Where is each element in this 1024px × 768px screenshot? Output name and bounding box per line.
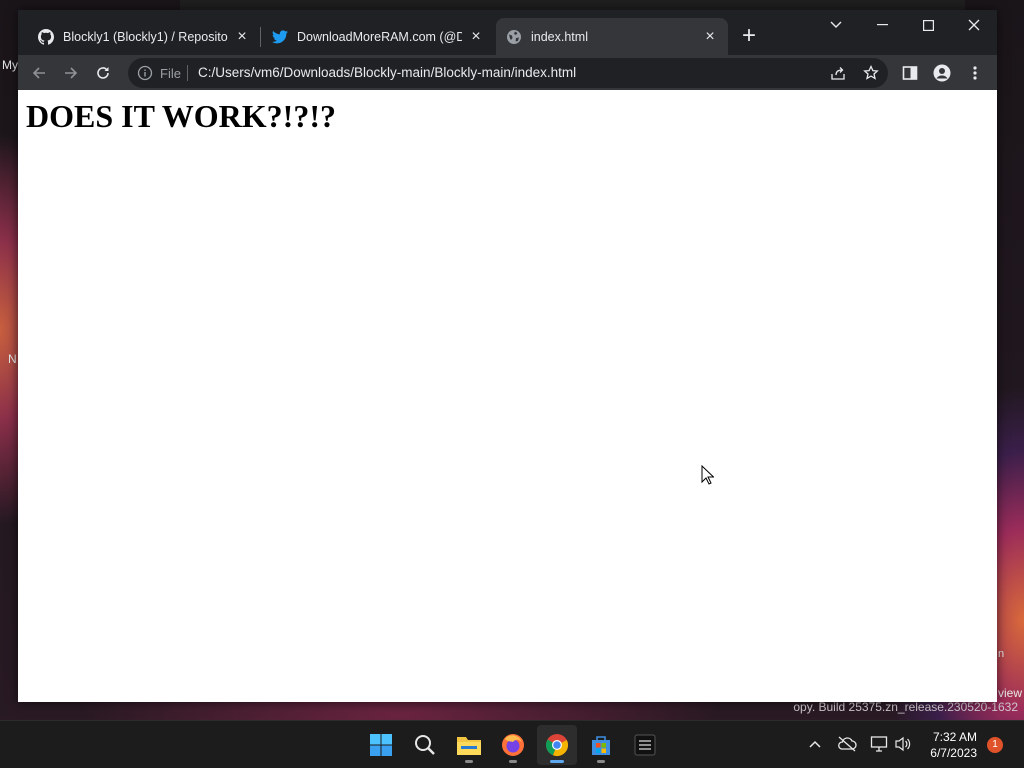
- tab-label: Blockly1 (Blockly1) / Repositories: [63, 29, 228, 44]
- background-window-edge: [180, 0, 965, 10]
- close-tab-icon[interactable]: ×: [234, 28, 250, 45]
- desktop-label-n2: n: [998, 648, 1005, 660]
- url-scheme-label: File: [160, 66, 181, 81]
- kebab-menu-icon[interactable]: [962, 60, 988, 86]
- desktop-label-my: My: [2, 58, 18, 72]
- tab-strip: Blockly1 (Blockly1) / Repositories × Dow…: [18, 10, 997, 55]
- file-explorer-icon[interactable]: [449, 725, 489, 765]
- tab-search-chevron-icon[interactable]: [813, 10, 859, 40]
- taskbar: 7:32 AM 6/7/2023 1: [0, 720, 1024, 768]
- url-text[interactable]: C:/Users/vm6/Downloads/Blockly-main/Bloc…: [198, 65, 576, 80]
- reload-icon[interactable]: [90, 60, 116, 86]
- firefox-icon[interactable]: [493, 725, 533, 765]
- tab-label: index.html: [531, 29, 588, 44]
- minimize-icon[interactable]: [859, 10, 905, 40]
- tab-label: DownloadMoreRAM.com (@DownloadMoreRAM): [297, 29, 462, 44]
- tab-twitter[interactable]: DownloadMoreRAM.com (@DownloadMoreRAM) ×: [262, 18, 494, 55]
- close-tab-icon[interactable]: ×: [702, 28, 718, 45]
- share-icon[interactable]: [828, 63, 848, 83]
- running-indicator: [465, 760, 473, 763]
- chrome-window: Blockly1 (Blockly1) / Repositories × Dow…: [18, 10, 997, 702]
- desktop-label-view: view: [998, 686, 1023, 700]
- profile-avatar-icon[interactable]: [929, 60, 955, 86]
- close-window-icon[interactable]: [951, 10, 997, 40]
- notification-badge[interactable]: 1: [987, 737, 1003, 753]
- windows-build-watermark: opy. Build 25375.zn_release.230520-1632: [793, 700, 1018, 714]
- tab-github[interactable]: Blockly1 (Blockly1) / Repositories ×: [28, 18, 260, 55]
- page-heading: DOES IT WORK?!?!?: [26, 98, 336, 134]
- new-tab-button[interactable]: +: [738, 24, 760, 48]
- volume-icon[interactable]: [892, 733, 914, 755]
- cloud-offline-icon[interactable]: [836, 733, 858, 755]
- clock-date: 6/7/2023: [930, 746, 977, 760]
- omnibox-divider: [187, 65, 188, 81]
- globe-icon: [506, 29, 522, 45]
- running-indicator: [550, 760, 564, 763]
- bookmark-star-icon[interactable]: [861, 63, 881, 83]
- twitter-icon: [272, 29, 288, 45]
- github-icon: [38, 28, 54, 45]
- start-icon[interactable]: [361, 725, 401, 765]
- terminal-icon[interactable]: [625, 725, 665, 765]
- search-icon[interactable]: [405, 725, 445, 765]
- address-bar[interactable]: File C:/Users/vm6/Downloads/Blockly-main…: [128, 58, 888, 88]
- running-indicator: [509, 760, 517, 763]
- close-tab-icon[interactable]: ×: [468, 28, 484, 45]
- running-indicator: [597, 760, 605, 763]
- desktop-label-n: N: [8, 352, 17, 366]
- tab-separator: [260, 27, 261, 47]
- chrome-icon[interactable]: [537, 725, 577, 765]
- maximize-icon[interactable]: [905, 10, 951, 40]
- browser-toolbar: File C:/Users/vm6/Downloads/Blockly-main…: [18, 55, 997, 90]
- side-panel-icon[interactable]: [897, 60, 923, 86]
- clock-time: 7:32 AM: [932, 730, 977, 744]
- mouse-pointer-icon: [701, 464, 715, 490]
- back-arrow-icon[interactable]: [26, 60, 52, 86]
- system-clock[interactable]: 7:32 AM 6/7/2023: [930, 729, 977, 761]
- forward-arrow-icon[interactable]: [58, 60, 84, 86]
- page-viewport: DOES IT WORK?!?!?: [18, 90, 997, 702]
- store-icon[interactable]: [581, 725, 621, 765]
- tab-index-html[interactable]: index.html ×: [496, 18, 728, 55]
- network-icon[interactable]: [868, 733, 890, 755]
- info-icon[interactable]: [137, 65, 153, 81]
- chevron-up-icon[interactable]: [804, 733, 826, 755]
